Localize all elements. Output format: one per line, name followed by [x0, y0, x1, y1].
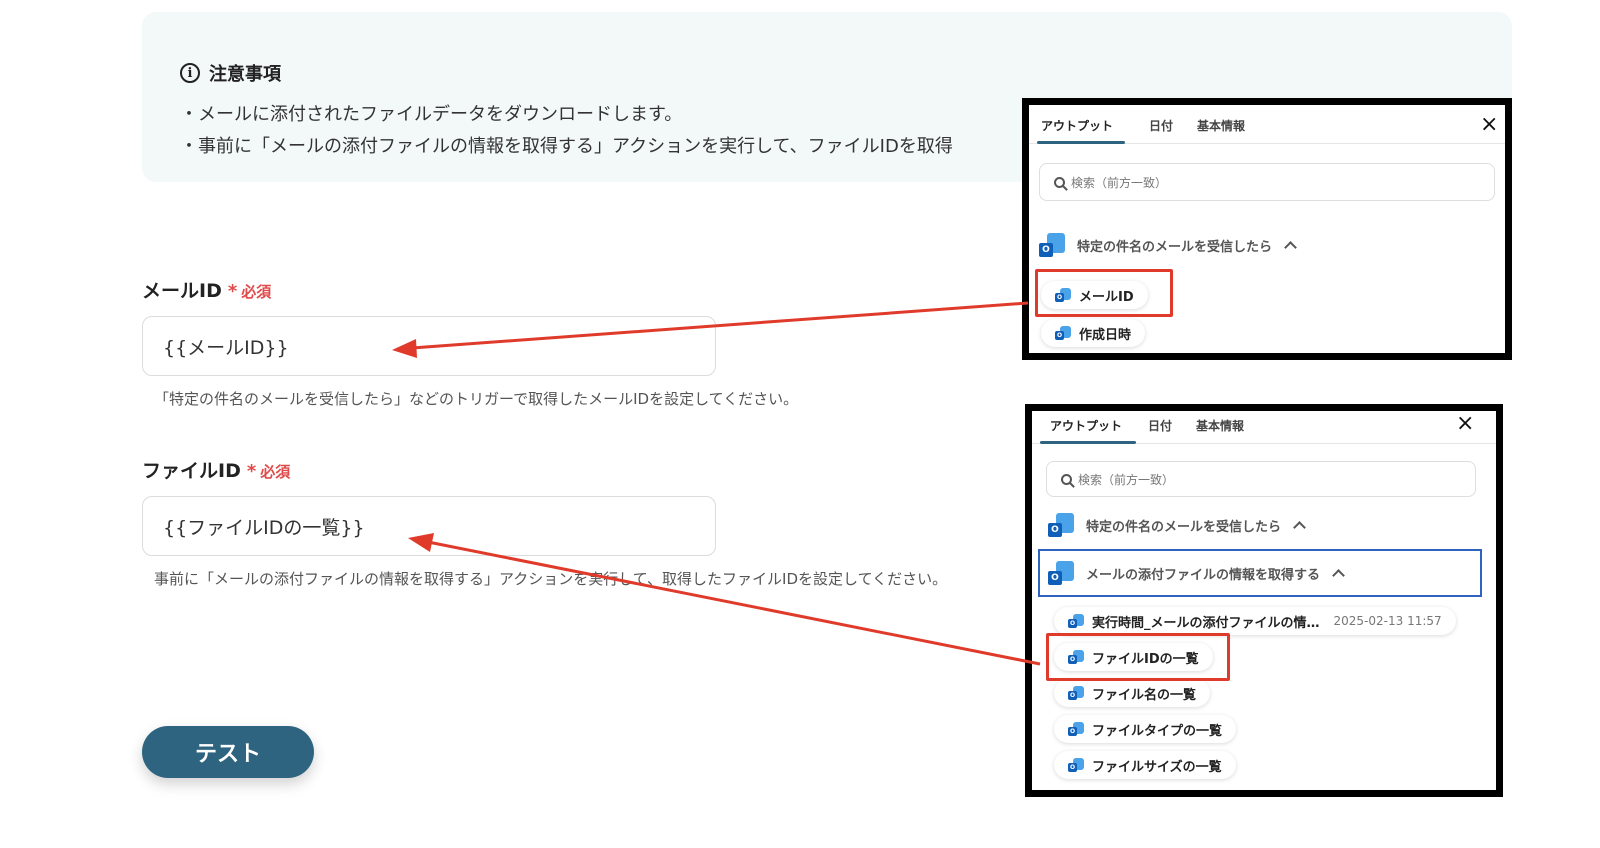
required-badge: 必須 [260, 463, 291, 481]
tab-output[interactable]: アウトプット [1029, 105, 1126, 144]
output-item-file-type-list[interactable]: O ファイルタイプの一覧 [1054, 715, 1237, 743]
group-action[interactable]: O メールの添付ファイルの情報を取得する [1048, 561, 1345, 585]
item-timestamp: 2025-02-13 11:57 [1333, 614, 1442, 628]
group-label: 特定の件名のメールを受信したら [1086, 519, 1282, 535]
highlight-box [1035, 269, 1173, 317]
arrow-file-id [427, 540, 1041, 666]
group-trigger[interactable]: O 特定の件名のメールを受信したら [1048, 513, 1306, 537]
mail-id-input[interactable]: {{メールID}} [142, 316, 716, 376]
chevron-up-icon [1284, 241, 1297, 254]
search-input[interactable]: 検索（前方一致） [1046, 461, 1476, 497]
tab-basic-info[interactable]: 基本情報 [1185, 105, 1257, 143]
output-item-file-size-list[interactable]: O ファイルサイズの一覧 [1054, 751, 1236, 779]
item-label: ファイル名の一覧 [1092, 687, 1197, 703]
close-icon[interactable]: × [1456, 411, 1474, 436]
output-panel-1: アウトプット 日付 基本情報 × 検索（前方一致） O 特定の件名のメールを受信… [1022, 98, 1512, 360]
outlook-icon: O [1039, 233, 1065, 257]
field-label-text: メールID [142, 280, 222, 302]
group-trigger[interactable]: O 特定の件名のメールを受信したら [1039, 233, 1297, 257]
chevron-up-icon [1332, 569, 1345, 582]
output-item-exec-time[interactable]: O 実行時間_メールの添付ファイルの情… 2025-02-13 11:57 [1054, 607, 1456, 635]
search-input[interactable]: 検索（前方一致） [1039, 163, 1495, 201]
outlook-icon: O [1055, 326, 1071, 340]
file-id-value: {{ファイルIDの一覧}} [163, 516, 365, 539]
item-label: 作成日時 [1079, 327, 1132, 343]
tab-output[interactable]: アウトプット [1032, 411, 1137, 444]
outlook-icon: O [1048, 513, 1074, 537]
search-icon [1054, 176, 1065, 188]
info-icon: i [180, 63, 200, 83]
notice-title: 注意事項 [209, 64, 281, 85]
file-id-help: 事前に「メールの添付ファイルの情報を取得する」アクションを実行して、取得したファ… [154, 570, 948, 588]
highlight-box [1046, 633, 1230, 681]
mail-id-value: {{メールID}} [163, 336, 289, 359]
output-item-file-name-list[interactable]: O ファイル名の一覧 [1054, 679, 1211, 707]
tab-basic-info[interactable]: 基本情報 [1184, 411, 1256, 443]
required-star: * [227, 281, 238, 302]
output-item-created-at[interactable]: O 作成日時 [1041, 319, 1146, 347]
field-label-text: ファイルID [142, 460, 241, 482]
item-label: 実行時間_メールの添付ファイルの情… [1092, 615, 1320, 631]
panel-tabs: アウトプット 日付 基本情報 [1032, 411, 1496, 444]
notice-line: ・事前に「メールの添付ファイルの情報を取得する」アクションを実行して、ファイルI… [180, 136, 953, 157]
outlook-icon: O [1048, 561, 1074, 585]
search-placeholder: 検索（前方一致） [1071, 175, 1168, 190]
mail-id-help: 「特定の件名のメールを受信したら」などのトリガーで取得したメールIDを設定してく… [154, 390, 799, 408]
item-label: ファイルサイズの一覧 [1092, 759, 1222, 775]
search-placeholder: 検索（前方一致） [1078, 472, 1175, 487]
notice-line: ・メールに添付されたファイルデータをダウンロードします。 [180, 104, 683, 125]
item-label: ファイルタイプの一覧 [1092, 723, 1223, 739]
tab-date[interactable]: 日付 [1136, 411, 1184, 443]
required-badge: 必須 [241, 283, 272, 301]
file-id-input[interactable]: {{ファイルIDの一覧}} [142, 496, 716, 556]
outlook-icon: O [1068, 722, 1084, 736]
group-label: 特定の件名のメールを受信したら [1077, 239, 1273, 255]
output-panel-2: アウトプット 日付 基本情報 × 検索（前方一致） O 特定の件名のメールを受信… [1025, 404, 1503, 797]
group-label: メールの添付ファイルの情報を取得する [1086, 567, 1321, 583]
close-icon[interactable]: × [1480, 112, 1498, 137]
tab-date[interactable]: 日付 [1137, 105, 1185, 143]
required-star: * [246, 461, 257, 482]
outlook-icon: O [1068, 614, 1084, 628]
notice-header: i 注意事項 [180, 60, 281, 86]
search-icon [1061, 473, 1072, 485]
panel-tabs: アウトプット 日付 基本情報 [1029, 105, 1505, 144]
outlook-icon: O [1068, 686, 1084, 700]
chevron-up-icon [1293, 521, 1306, 534]
test-button[interactable]: テスト [142, 726, 314, 778]
outlook-icon: O [1068, 758, 1084, 772]
file-id-label: ファイルID * 必須 [142, 456, 290, 483]
mail-id-label: メールID * 必須 [142, 276, 271, 303]
